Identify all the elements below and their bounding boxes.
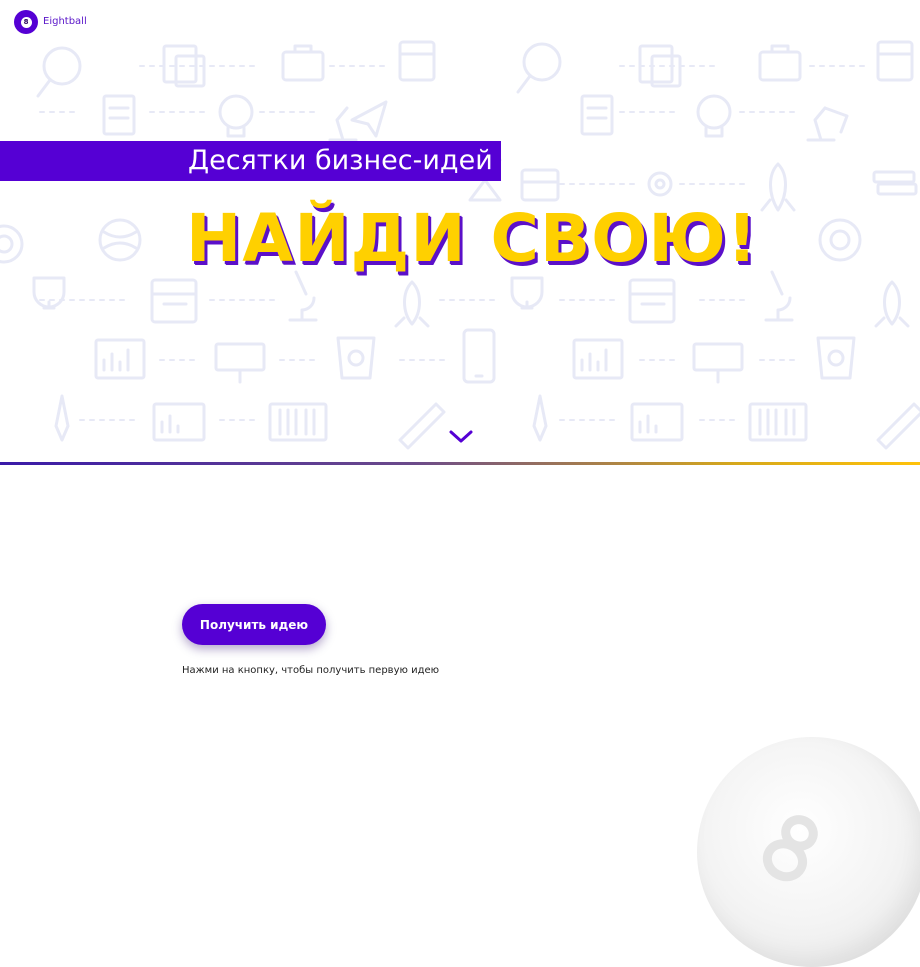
- target-icon: [818, 218, 862, 262]
- microscope-icon: [288, 270, 318, 322]
- desk-lamp-icon: [806, 106, 849, 142]
- barcode-icon: [748, 402, 808, 442]
- hero-section: 8 Eightball Десятки бизнес-идей НАЙДИ СВ…: [0, 0, 920, 462]
- target-icon: [0, 224, 24, 264]
- pen-icon: [532, 394, 548, 442]
- hero-divider: [0, 462, 920, 465]
- magnifier-icon: [516, 42, 562, 94]
- rocket-icon: [760, 162, 796, 212]
- chart-icon: [94, 338, 146, 380]
- logo-glyph: 8: [20, 16, 32, 28]
- magnifier-icon: [36, 46, 82, 98]
- brand-name: Eightball: [43, 16, 87, 27]
- briefcase-icon: [281, 44, 325, 82]
- brand-logo[interactable]: 8 Eightball: [14, 10, 87, 34]
- pen-icon: [876, 402, 920, 450]
- trophy-icon: [32, 276, 66, 310]
- chevron-down-icon[interactable]: [448, 428, 474, 446]
- lightbulb-icon: [696, 94, 732, 138]
- lightbulb-icon: [218, 94, 254, 138]
- barcode-icon: [268, 402, 328, 442]
- books-icon: [872, 170, 918, 196]
- hint-text: Нажми на кнопку, чтобы получить первую и…: [182, 665, 440, 676]
- eight-ball-decoration: [697, 737, 920, 967]
- rocket-icon: [394, 280, 430, 328]
- get-idea-button[interactable]: Получить идею: [182, 604, 326, 645]
- paper-plane-icon: [350, 100, 388, 138]
- gear-icon: [647, 171, 673, 197]
- chart-icon: [630, 402, 684, 442]
- hero-tagline: Десятки бизнес-идей: [188, 145, 493, 176]
- chart-icon: [572, 338, 624, 380]
- rocket-icon: [874, 280, 910, 328]
- presentation-icon: [692, 342, 744, 384]
- presentation-icon: [214, 342, 266, 384]
- coffee-icon: [336, 336, 376, 380]
- briefcase-icon: [758, 44, 802, 82]
- cake-icon: [520, 168, 560, 202]
- hero-headline: НАЙДИ СВОЮ!: [186, 200, 758, 277]
- chart-icon: [152, 402, 206, 442]
- desk-lamp-icon: [328, 106, 358, 142]
- pen-icon: [54, 394, 70, 442]
- eight-ball-logo-icon: 8: [14, 10, 38, 34]
- document-icon: [102, 94, 136, 136]
- calendar-icon: [628, 278, 676, 324]
- calendar-icon: [150, 278, 198, 324]
- eight-ball-icon: [762, 815, 818, 882]
- microscope-icon: [764, 270, 794, 322]
- calendar-icon: [398, 40, 436, 82]
- coffee-icon: [816, 336, 856, 380]
- globe-icon: [98, 218, 142, 262]
- document-icon: [580, 94, 614, 136]
- pen-icon: [398, 402, 446, 450]
- phone-icon: [462, 328, 496, 384]
- calendar-icon: [876, 40, 914, 82]
- trophy-icon: [510, 276, 544, 310]
